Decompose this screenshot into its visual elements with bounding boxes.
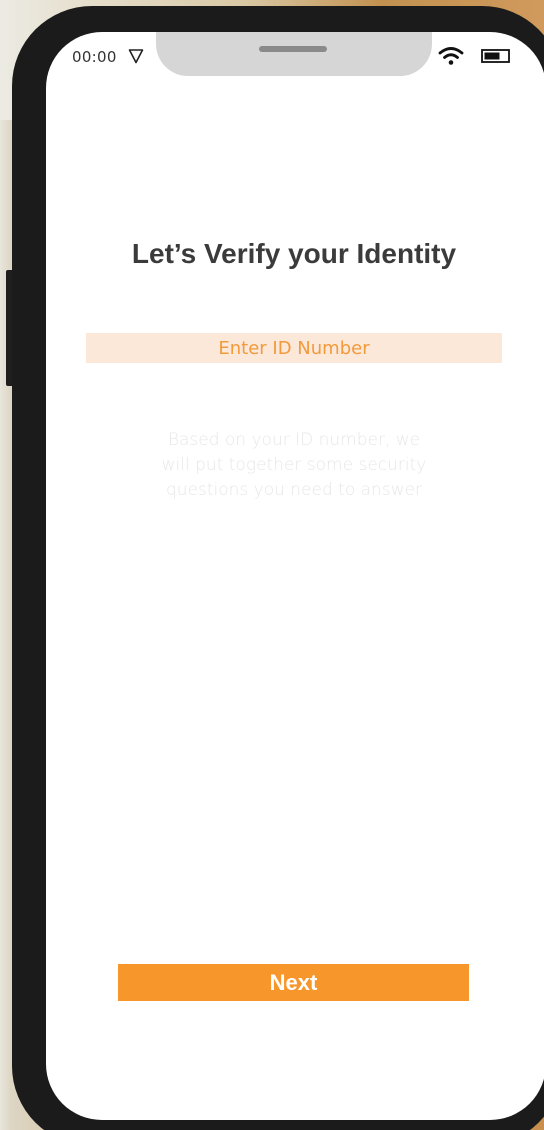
id-number-input[interactable] [86,333,502,363]
speaker-grille [259,46,327,52]
helper-text: Based on your ID number, we will put tog… [161,430,427,500]
wifi-icon [438,47,464,65]
phone-screen: 00:00 Let’s Verify your Identity Based o… [46,32,544,1120]
battery-icon [481,49,510,63]
page-title: Let’s Verify your Identity [131,238,457,269]
status-time: 00:00 [72,48,117,66]
notch [156,32,432,76]
location-arrow-icon [128,49,144,64]
next-button[interactable]: Next [118,964,469,1001]
phone-frame: 00:00 Let’s Verify your Identity Based o… [12,6,544,1130]
status-bar: 00:00 [46,32,544,80]
